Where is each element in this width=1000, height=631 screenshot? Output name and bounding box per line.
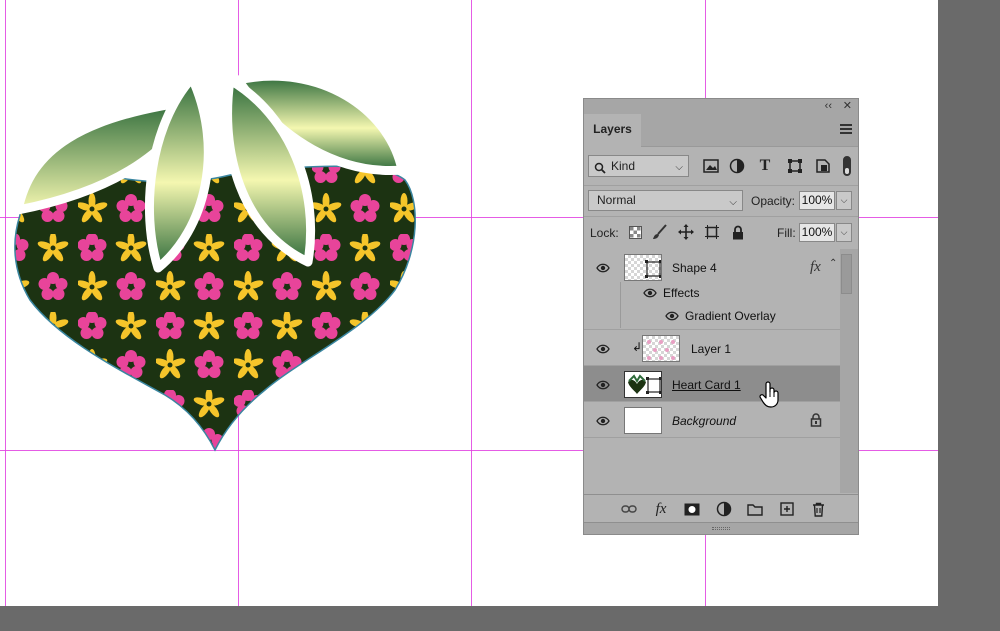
layer-row-background[interactable]: Background <box>584 402 840 438</box>
layer-row-shape-4[interactable]: Shape 4 fx ⌃ Effects Gradient Overlay <box>584 249 840 330</box>
layer-name-heart-card-1[interactable]: Heart Card 1 <box>672 378 741 392</box>
eye-icon[interactable] <box>596 380 610 390</box>
adjustment-layer-icon[interactable] <box>715 501 733 517</box>
layer-name-shape-4[interactable]: Shape 4 <box>672 261 717 275</box>
effects-label: Effects <box>663 286 700 300</box>
chevron-up-icon[interactable]: ⌃ <box>829 258 837 269</box>
layer-1-thumbnail <box>642 335 680 362</box>
fill-dropdown-button[interactable]: ⌵ <box>836 223 852 242</box>
new-layer-icon[interactable] <box>778 501 796 517</box>
chevron-down-icon: ⌵ <box>675 162 683 173</box>
eye-icon[interactable] <box>596 263 610 273</box>
lock-label: Lock: <box>590 226 619 240</box>
heart-card-1-thumbnail <box>624 371 662 398</box>
filter-toggle-icon[interactable] <box>843 156 851 176</box>
layer-name-background[interactable]: Background <box>672 414 736 428</box>
lock-all-icon[interactable] <box>730 224 746 240</box>
lock-row: Lock: Fill: 100% ⌵ <box>584 216 858 248</box>
mask-icon[interactable] <box>683 501 701 517</box>
layers-scrollbar-thumb[interactable] <box>841 254 852 294</box>
guide-vertical <box>471 0 472 606</box>
lock-transparent-icon[interactable] <box>627 224 643 240</box>
eye-icon[interactable] <box>665 311 679 321</box>
gradient-overlay-row[interactable]: Gradient Overlay <box>620 304 840 328</box>
layer-lock-icon <box>810 413 822 427</box>
lock-artboard-icon[interactable] <box>704 224 720 240</box>
link-icon[interactable] <box>620 501 638 517</box>
collapse-panel-button[interactable]: ‹‹ <box>825 99 832 114</box>
heart-artwork <box>13 71 416 452</box>
clipping-arrow-icon: ↲ <box>632 340 643 354</box>
panel-footer: fx <box>584 494 858 522</box>
fill-label: Fill: <box>777 226 796 240</box>
opacity-dropdown-button[interactable]: ⌵ <box>836 191 852 210</box>
search-icon <box>594 160 606 180</box>
filter-row: Kind ⌵ T <box>584 147 858 185</box>
adjustment-filter-icon[interactable] <box>728 157 746 175</box>
fx-icon[interactable]: fx <box>652 501 670 517</box>
opacity-label: Opacity: <box>751 194 796 208</box>
image-filter-icon[interactable] <box>702 157 720 175</box>
layers-list: Shape 4 fx ⌃ Effects Gradient Overlay ↲ … <box>584 249 840 493</box>
eye-icon[interactable] <box>596 344 610 354</box>
shape-filter-icon[interactable] <box>786 157 804 175</box>
eye-icon[interactable] <box>643 288 657 298</box>
filter-kind-select[interactable]: Kind ⌵ <box>588 155 689 177</box>
filter-kind-label: Kind <box>611 159 636 173</box>
panel-tab-bar: Layers <box>584 114 858 148</box>
smart-object-filter-icon[interactable] <box>814 157 832 175</box>
layers-panel: ‹‹ ✕ Layers Kind ⌵ T Normal ⌵ Opacity: 1… <box>583 98 859 535</box>
panel-resize-grip[interactable] <box>584 522 858 534</box>
folder-icon[interactable] <box>746 501 764 517</box>
layer-name-layer-1[interactable]: Layer 1 <box>691 342 731 356</box>
layer-row-heart-card-1[interactable]: Heart Card 1 <box>584 366 840 408</box>
layer-row-layer-1[interactable]: ↲ Layer 1 <box>584 330 840 366</box>
blend-mode-value: Normal <box>597 193 636 207</box>
fx-icon[interactable]: fx <box>810 259 821 276</box>
blend-row: Normal ⌵ Opacity: 100% ⌵ <box>584 185 858 215</box>
opacity-input[interactable]: 100% <box>799 191 835 210</box>
trash-icon[interactable] <box>809 501 827 517</box>
background-thumbnail <box>624 407 662 434</box>
chevron-down-icon: ⌵ <box>729 197 737 208</box>
close-panel-button[interactable]: ✕ <box>843 99 852 114</box>
effects-row[interactable]: Effects <box>620 282 840 304</box>
gradient-overlay-label: Gradient Overlay <box>685 309 776 323</box>
eye-icon[interactable] <box>596 416 610 426</box>
type-filter-icon[interactable]: T <box>756 157 774 175</box>
lock-paint-icon[interactable] <box>652 224 668 240</box>
fill-input[interactable]: 100% <box>799 223 835 242</box>
panel-topbar[interactable]: ‹‹ ✕ <box>584 99 858 114</box>
panel-menu-icon[interactable] <box>840 124 852 134</box>
layers-scrollbar[interactable] <box>840 249 858 493</box>
tab-layers[interactable]: Layers <box>584 114 641 148</box>
shape-4-thumbnail <box>624 254 662 281</box>
blend-mode-select[interactable]: Normal ⌵ <box>588 190 743 211</box>
lock-move-icon[interactable] <box>678 224 694 240</box>
